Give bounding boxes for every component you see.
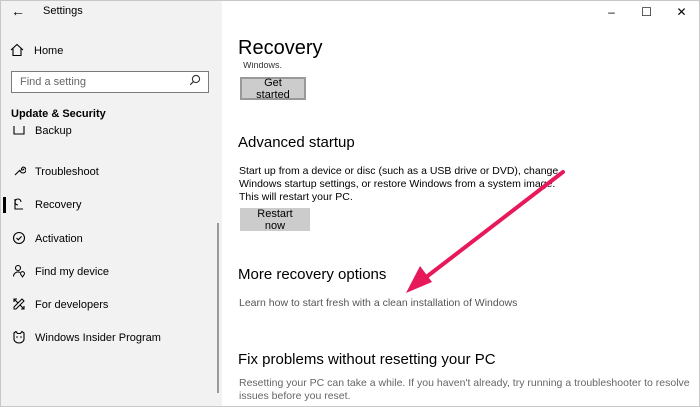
- sidebar-item-label: Find my device: [35, 266, 109, 278]
- backup-icon: [11, 125, 27, 138]
- person-location-icon: [11, 264, 27, 280]
- main-content: Recovery Windows. Get started Advanced s…: [238, 1, 693, 406]
- sidebar-item-backup[interactable]: Backup: [1, 125, 222, 145]
- restart-now-button[interactable]: Restart now: [240, 208, 310, 232]
- sidebar-item-troubleshoot[interactable]: Troubleshoot: [1, 157, 222, 187]
- home-nav-item[interactable]: Home: [9, 41, 63, 61]
- insider-cat-icon: [11, 330, 27, 346]
- back-arrow-icon[interactable]: ←: [9, 3, 27, 19]
- sidebar-item-label: Windows Insider Program: [35, 332, 161, 344]
- sidebar-item-activation[interactable]: Activation: [1, 224, 222, 254]
- sidebar-item-find-my-device[interactable]: Find my device: [1, 257, 222, 287]
- clean-install-link[interactable]: Learn how to start fresh with a clean in…: [239, 297, 517, 309]
- sidebar: ← Settings Home Update & Security Backup: [1, 1, 222, 406]
- window-title: Settings: [43, 5, 83, 17]
- sidebar-item-for-developers[interactable]: For developers: [1, 290, 222, 320]
- titlebar-left: ← Settings: [1, 1, 222, 23]
- sidebar-item-label: Recovery: [35, 199, 82, 211]
- fix-problems-description: Resetting your PC can take a while. If y…: [239, 377, 690, 402]
- sidebar-item-label: For developers: [35, 299, 109, 311]
- search-box[interactable]: [11, 71, 209, 93]
- get-started-button[interactable]: Get started: [240, 77, 306, 101]
- sidebar-item-windows-insider[interactable]: Windows Insider Program: [1, 323, 222, 353]
- check-circle-icon: [11, 231, 27, 247]
- search-icon[interactable]: [187, 74, 203, 90]
- sidebar-item-recovery[interactable]: Recovery: [1, 190, 222, 220]
- wrench-icon: [11, 164, 27, 180]
- developer-tools-icon: [11, 297, 27, 313]
- sidebar-scrollbar[interactable]: [217, 223, 219, 393]
- settings-window: ← Settings Home Update & Security Backup: [0, 0, 700, 407]
- sidebar-item-label: Activation: [35, 233, 83, 245]
- more-recovery-options-heading: More recovery options: [238, 266, 387, 283]
- recovery-icon: [11, 197, 27, 213]
- advanced-startup-heading: Advanced startup: [238, 134, 355, 151]
- sidebar-item-label: Troubleshoot: [35, 166, 99, 178]
- truncated-text: Windows.: [243, 62, 283, 68]
- sidebar-item-label: Backup: [35, 125, 72, 137]
- home-icon: [9, 43, 25, 59]
- advanced-startup-description: Start up from a device or disc (such as …: [239, 165, 559, 203]
- page-title: Recovery: [238, 37, 323, 59]
- home-label: Home: [34, 45, 64, 57]
- section-header: Update & Security: [11, 108, 106, 120]
- fix-problems-heading: Fix problems without resetting your PC: [238, 351, 496, 368]
- search-input[interactable]: [20, 75, 180, 89]
